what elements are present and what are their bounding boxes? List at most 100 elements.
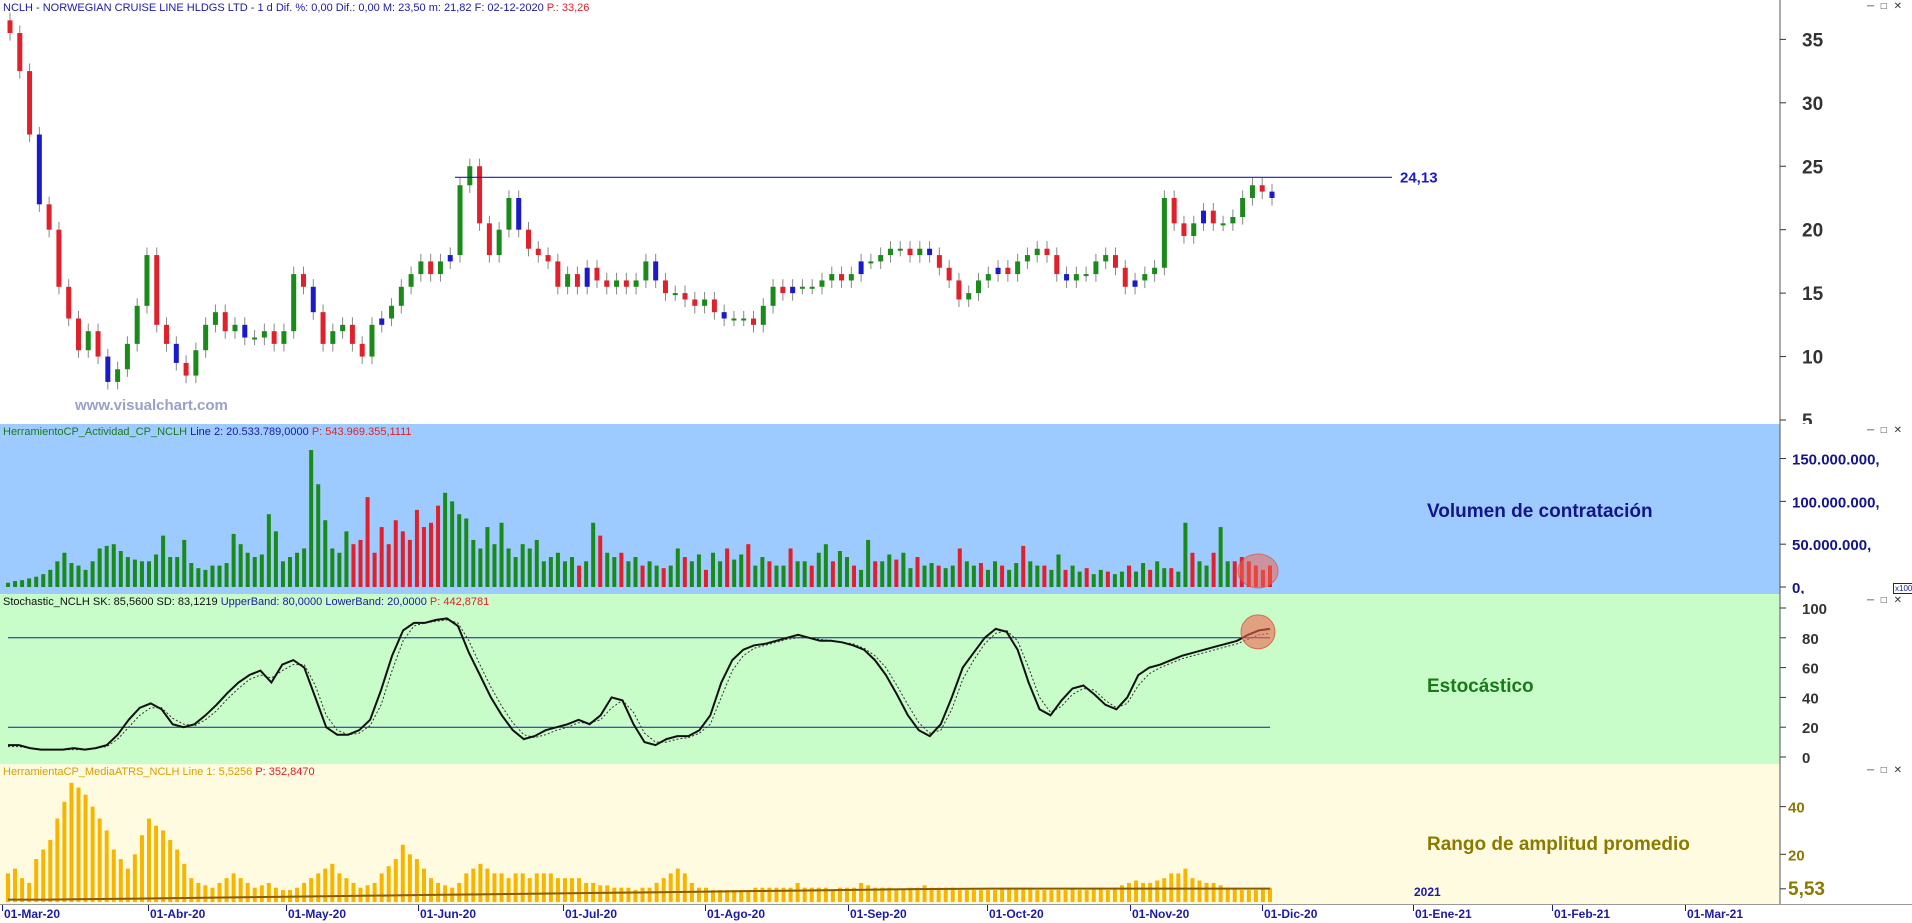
candle-body — [1191, 223, 1197, 237]
volume-pane[interactable]: HerramientoCP_Actividad_CP_NCLH Line 2: … — [0, 424, 1912, 596]
volume-bar — [746, 544, 751, 587]
volume-bar — [450, 501, 455, 587]
atr-bar — [386, 866, 391, 902]
candle-body — [1152, 267, 1158, 275]
atr-bar — [1197, 880, 1202, 902]
candle-body — [66, 286, 72, 319]
volume-bar — [1141, 563, 1146, 587]
candle-body — [995, 267, 1001, 275]
x-axis-tick — [2, 905, 3, 911]
x-axis-label: 01-Jul-20 — [565, 907, 618, 921]
atr-bar — [626, 887, 631, 902]
volume-bar — [732, 559, 737, 587]
volume-bar — [788, 548, 793, 587]
atr-bar — [647, 887, 652, 902]
volume-bar — [125, 557, 130, 587]
x-axis-label: 01-Nov-20 — [1132, 907, 1190, 921]
volume-bar — [34, 576, 39, 587]
atr-bar — [62, 801, 67, 902]
volume-bar — [464, 518, 469, 587]
candle-body — [477, 166, 483, 224]
candle-body — [1073, 274, 1079, 281]
volume-bar — [1028, 561, 1033, 587]
candle-body — [848, 274, 854, 281]
volume-bar — [224, 563, 229, 587]
stochastic-window-controls[interactable]: ─ □ ✕ — [1867, 595, 1904, 606]
candle-body — [829, 274, 835, 281]
candle-body — [1054, 255, 1060, 275]
candle-body — [1210, 210, 1216, 224]
candle-body — [428, 261, 434, 275]
candle-body — [897, 248, 903, 251]
price-header: NCLH - NORWEGIAN CRUISE LINE HLDGS LTD -… — [3, 2, 589, 14]
candle-body — [985, 274, 991, 281]
volume-bar — [118, 551, 123, 587]
atr-pane[interactable]: HerramientaCP_MediaATRS_NCLH Line 1: 5,5… — [0, 764, 1912, 904]
atr-bar — [365, 885, 370, 902]
candle-body — [525, 229, 531, 249]
volume-bar — [612, 557, 617, 587]
atr-bar — [379, 873, 384, 902]
candle-body — [545, 255, 551, 262]
atr-bar — [83, 794, 88, 902]
stochastic-tick-label: 20 — [1802, 720, 1819, 737]
candle-body — [144, 255, 150, 306]
candle-body — [682, 293, 688, 300]
volume-window-controls[interactable]: ─ □ ✕ — [1867, 425, 1904, 436]
volume-bar — [266, 514, 271, 587]
volume-bar — [400, 531, 405, 587]
atr-bar — [1204, 882, 1209, 902]
candle-body — [887, 248, 893, 256]
price-window-controls[interactable]: ─ □ ✕ — [1867, 1, 1904, 12]
max-value: M: 23,50 — [382, 2, 426, 14]
atr-bar — [1141, 882, 1146, 902]
candle-body — [565, 274, 571, 287]
atr-bar — [104, 830, 109, 902]
volume-bar — [429, 522, 434, 587]
candle-body — [956, 280, 962, 300]
candle-body — [516, 197, 522, 230]
volume-bar — [844, 557, 849, 587]
candle-body — [819, 280, 825, 287]
atr-line-value: Line 1: 5,5256 — [182, 766, 253, 778]
atr-title: Rango de amplitud promedio — [1427, 834, 1690, 855]
candle-body — [281, 331, 287, 344]
volume-highlight-circle — [1237, 553, 1279, 589]
price-pane[interactable]: NCLH - NORWEGIAN CRUISE LINE HLDGS LTD -… — [0, 0, 1912, 426]
atr-bar — [1014, 887, 1019, 902]
atr-bar — [400, 844, 405, 902]
atr-bar — [570, 878, 575, 902]
atr-bar — [1225, 887, 1230, 902]
stochastic-sd: SD: 83,1219 — [156, 596, 218, 608]
volume-bar — [280, 561, 285, 587]
candle-body — [672, 293, 678, 296]
volume-bar — [640, 565, 645, 587]
volume-bar — [978, 563, 983, 587]
atr-bar — [767, 887, 772, 902]
candle-body — [1103, 255, 1109, 262]
stochastic-pane[interactable]: Stochastic_NCLH SK: 85,5600 SD: 83,1219 … — [0, 594, 1912, 766]
volume-bar — [725, 548, 730, 587]
candle-body — [1083, 274, 1089, 277]
volume-bar — [880, 561, 885, 587]
atr-window-controls[interactable]: ─ □ ✕ — [1867, 765, 1904, 776]
atr-bar — [259, 885, 264, 902]
candle-body — [1093, 261, 1099, 275]
volume-bar — [873, 561, 878, 587]
candle-body — [1259, 185, 1265, 192]
volume-bar — [541, 561, 546, 587]
volume-bar — [1162, 568, 1167, 587]
volume-bar — [1035, 565, 1040, 587]
x-axis-label: 01-Dic-20 — [1264, 907, 1318, 921]
candle-body — [1112, 255, 1118, 268]
volume-bar — [527, 548, 532, 587]
atr-bar — [957, 890, 962, 902]
atr-bar — [612, 887, 617, 902]
volume-bar — [407, 539, 412, 587]
volume-bar — [781, 565, 786, 587]
atr-bar — [492, 873, 497, 902]
atr-bar — [1056, 890, 1061, 902]
dif: Dif.: 0,00 — [335, 2, 380, 14]
candle-body — [1201, 210, 1207, 224]
atr-bar — [309, 878, 314, 902]
